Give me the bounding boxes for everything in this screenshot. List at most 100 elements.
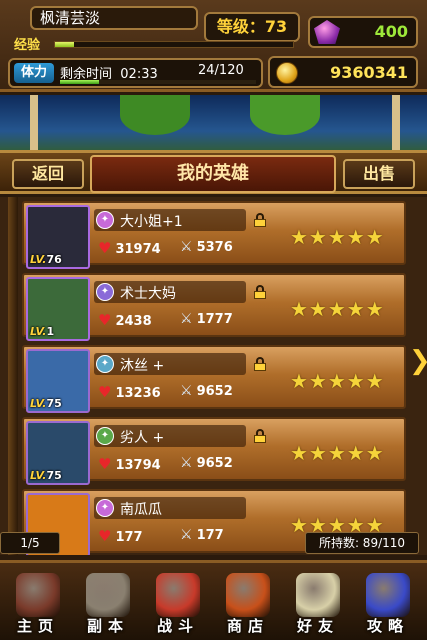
hero-portrait[interactable]: LV.75 [26, 349, 90, 413]
nav-label: 副本 [86, 617, 129, 635]
heart-icon: ♥ [98, 527, 112, 545]
crossed-swords-icon: ⚔ [180, 383, 193, 399]
hero-attack: ⚔ 5376 [180, 239, 233, 255]
nav-item-2[interactable]: 战斗 [146, 569, 210, 640]
hero-portrait[interactable]: LV.75 [26, 421, 90, 485]
class-icon: ✦ [96, 427, 114, 445]
nav-item-0[interactable]: 主页 [6, 569, 70, 640]
coin-icon [276, 62, 298, 84]
lock-icon[interactable] [254, 285, 266, 299]
list-side-rail [8, 197, 18, 555]
exp-label: 经验 [14, 38, 41, 53]
hero-portrait[interactable]: LV.1 [26, 277, 90, 341]
stamina-bar-fill [60, 80, 100, 84]
hero-hp: ♥ 13236 [98, 383, 161, 401]
hero-list[interactable]: LV.76 ✦ 大小姐+1 ♥ 31974 ⚔ 5376 ★★★★★ LV.1 ✦ 术士大妈 ♥ 243… [0, 197, 427, 555]
exp-row: 经验 [8, 34, 300, 54]
hero-attack: ⚔ 1777 [180, 311, 233, 327]
nav-label: 好友 [296, 617, 339, 635]
exp-bar-fill [55, 42, 75, 47]
gem-value: 400 [374, 22, 408, 41]
hero-row[interactable]: LV.75 ✦ 劣人 + ♥ 13794 ⚔ 9652 ★★★★★ [22, 417, 406, 485]
stamina-label: 体力 [14, 63, 54, 83]
hero-row[interactable]: LV.75 ✦ 沐丝 + ♥ 13236 ⚔ 9652 ★★★★★ [22, 345, 406, 413]
hero-hp: ♥ 2438 [98, 311, 152, 329]
nav-label: 战斗 [156, 617, 199, 635]
nav-label: 主页 [16, 617, 59, 635]
hero-name: 大小姐+1 [120, 214, 183, 230]
back-button[interactable]: 返回 [12, 159, 84, 189]
hero-name-plate: ✦ 术士大妈 [94, 281, 246, 303]
skull-icon [86, 573, 130, 617]
rope-decoration [30, 95, 38, 157]
hero-attack: ⚔ 9652 [180, 383, 233, 399]
hero-hp: ♥ 31974 [98, 239, 161, 257]
lock-icon[interactable] [254, 429, 266, 443]
hero-stars: ★★★★★ [290, 441, 385, 465]
hero-name: 术士大妈 [120, 286, 176, 302]
gem-counter[interactable]: 400 [308, 16, 418, 48]
heart-icon: ♥ [98, 383, 112, 401]
stamina-row: 体力 剩余时间 02:33 24/120 [8, 58, 263, 88]
hero-name-plate: ✦ 大小姐+1 [94, 209, 246, 231]
nav-item-1[interactable]: 副本 [76, 569, 140, 640]
player-name: 枫清芸淡 [30, 6, 198, 30]
top-hud: 枫清芸淡 等级：73 经验 400 体力 剩余时间 02:33 24/120 9… [0, 0, 427, 92]
page-indicator: 1/5 [0, 532, 60, 554]
hero-level: LV.75 [30, 397, 62, 410]
class-icon: ✦ [96, 211, 114, 229]
hero-name-plate: ✦ 劣人 + [94, 425, 246, 447]
hero-name-plate: ✦ 沐丝 + [94, 353, 246, 375]
background-scene [0, 95, 427, 155]
gold-counter[interactable]: 9360341 [268, 56, 418, 88]
stamina-bar [60, 80, 256, 84]
lock-icon[interactable] [254, 357, 266, 371]
hero-stars: ★★★★★ [290, 225, 385, 249]
stamina-value: 24/120 [198, 63, 244, 78]
bottom-nav: 主页 副本 战斗 商店 好友 攻略 [0, 560, 427, 640]
nav-item-5[interactable]: 攻略 [356, 569, 420, 640]
rope-decoration [392, 95, 400, 157]
heart-icon: ♥ [98, 455, 112, 473]
heart-icon: ♥ [98, 311, 112, 329]
class-icon: ✦ [96, 499, 114, 517]
gem-icon [314, 20, 340, 44]
hero-level: LV.76 [30, 253, 62, 266]
leaf-decoration [250, 95, 320, 135]
crossed-swords-icon: ⚔ [180, 455, 193, 471]
hero-row[interactable]: LV.1 ✦ 术士大妈 ♥ 2438 ⚔ 1777 ★★★★★ [22, 273, 406, 341]
hero-portrait[interactable]: LV.76 [26, 205, 90, 269]
nav-item-3[interactable]: 商店 [216, 569, 280, 640]
hero-name: 沐丝 + [120, 358, 165, 374]
hero-hp: ♥ 13794 [98, 455, 161, 473]
nav-label: 商店 [226, 617, 269, 635]
hero-level: LV.1 [30, 325, 55, 338]
crossed-swords-icon: ⚔ [180, 527, 193, 543]
page-title: 我的英雄 [90, 155, 336, 193]
sell-button[interactable]: 出售 [343, 159, 415, 189]
hero-count: 所持数: 89/110 [305, 532, 419, 554]
wizard-icon [366, 573, 410, 617]
hero-row[interactable]: LV.76 ✦ 大小姐+1 ♥ 31974 ⚔ 5376 ★★★★★ [22, 201, 406, 269]
nav-item-4[interactable]: 好友 [286, 569, 350, 640]
hero-name-plate: ✦ 南瓜瓜 [94, 497, 246, 519]
title-bar: 返回 我的英雄 出售 [0, 150, 427, 194]
home-icon [16, 573, 60, 617]
crossed-swords-icon: ⚔ [180, 311, 193, 327]
hero-hp: ♥ 177 [98, 527, 143, 545]
leaf-decoration [120, 95, 190, 135]
nav-label: 攻略 [366, 617, 409, 635]
hero-attack: ⚔ 9652 [180, 455, 233, 471]
gold-value: 9360341 [330, 63, 408, 82]
class-icon: ✦ [96, 355, 114, 373]
heart-icon: ♥ [98, 239, 112, 257]
shop-icon [226, 573, 270, 617]
lock-icon[interactable] [254, 213, 266, 227]
hero-level: LV.75 [30, 469, 62, 482]
exp-bar [54, 41, 294, 48]
hero-stars: ★★★★★ [290, 369, 385, 393]
next-page-arrow[interactable]: ❯ [409, 346, 427, 376]
crossed-swords-icon: ⚔ [180, 239, 193, 255]
class-icon: ✦ [96, 283, 114, 301]
target-icon [156, 573, 200, 617]
